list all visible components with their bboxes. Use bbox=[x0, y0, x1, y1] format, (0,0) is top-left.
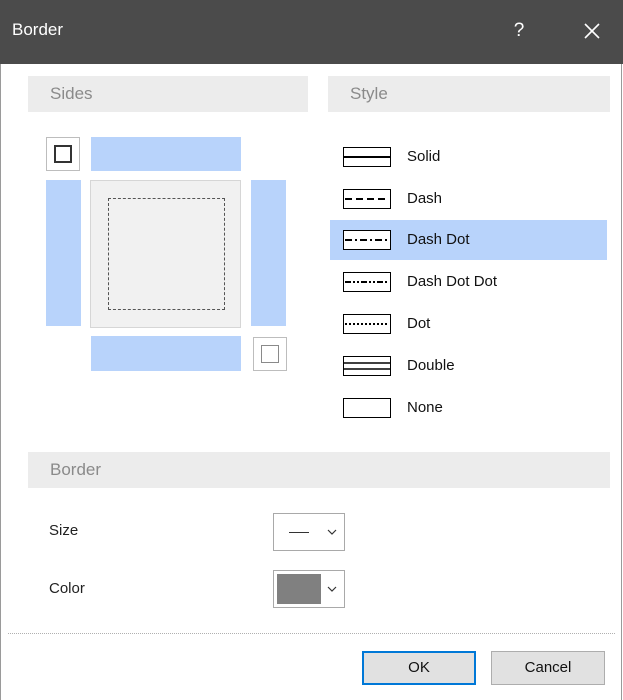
line-dash-icon bbox=[343, 189, 391, 209]
footer-divider bbox=[8, 633, 615, 634]
no-borders-icon bbox=[261, 345, 279, 363]
close-icon bbox=[584, 23, 600, 39]
style-item-label: Dash bbox=[407, 190, 443, 207]
line-double-icon bbox=[343, 356, 391, 376]
title-bar: Border ? bbox=[0, 0, 623, 64]
chevron-down-icon bbox=[327, 586, 337, 592]
style-item-none[interactable]: None bbox=[330, 388, 607, 428]
style-item-label: None bbox=[407, 399, 443, 416]
chevron-down-icon bbox=[327, 529, 337, 535]
size-label: Size bbox=[49, 522, 79, 539]
style-item-double[interactable]: Double bbox=[330, 346, 607, 386]
bottom-border-toggle[interactable] bbox=[91, 336, 241, 371]
style-item-label: Dash Dot bbox=[407, 231, 470, 248]
preview-border-outline bbox=[108, 198, 225, 310]
line-dash-dot-icon bbox=[343, 230, 391, 250]
color-label: Color bbox=[49, 580, 85, 597]
line-solid-icon bbox=[343, 147, 391, 167]
style-item-dot[interactable]: Dot bbox=[330, 304, 607, 344]
line-size-preview bbox=[289, 532, 309, 533]
border-header: Border bbox=[28, 452, 610, 488]
style-item-label: Dot bbox=[407, 315, 431, 332]
no-borders-button[interactable] bbox=[253, 337, 287, 371]
cancel-button[interactable]: Cancel bbox=[491, 651, 605, 685]
line-dash-dot-dot-icon bbox=[343, 272, 391, 292]
help-button[interactable]: ? bbox=[508, 16, 530, 46]
all-borders-icon bbox=[54, 145, 72, 163]
style-header: Style bbox=[328, 76, 610, 112]
style-item-dash-dot[interactable]: Dash Dot bbox=[330, 220, 607, 260]
style-item-label: Double bbox=[407, 357, 455, 374]
left-border-toggle[interactable] bbox=[46, 180, 81, 326]
line-dot-icon bbox=[343, 314, 391, 334]
line-none-icon bbox=[343, 398, 391, 418]
sides-header: Sides bbox=[28, 76, 308, 112]
dialog-title: Border bbox=[12, 20, 64, 39]
style-item-label: Dash Dot Dot bbox=[407, 273, 498, 290]
ok-button[interactable]: OK bbox=[362, 651, 476, 685]
right-border-toggle[interactable] bbox=[251, 180, 286, 326]
all-borders-button[interactable] bbox=[46, 137, 80, 171]
style-item-dash-dot-dot[interactable]: Dash Dot Dot bbox=[330, 262, 607, 302]
style-item-label: Solid bbox=[407, 148, 441, 165]
border-preview bbox=[90, 180, 241, 328]
size-dropdown[interactable] bbox=[273, 513, 345, 551]
style-item-dash[interactable]: Dash bbox=[330, 179, 607, 219]
style-item-solid[interactable]: Solid bbox=[330, 137, 607, 177]
top-border-toggle[interactable] bbox=[91, 137, 241, 171]
color-swatch bbox=[277, 574, 321, 604]
close-button[interactable] bbox=[577, 16, 607, 46]
color-dropdown[interactable] bbox=[273, 570, 345, 608]
